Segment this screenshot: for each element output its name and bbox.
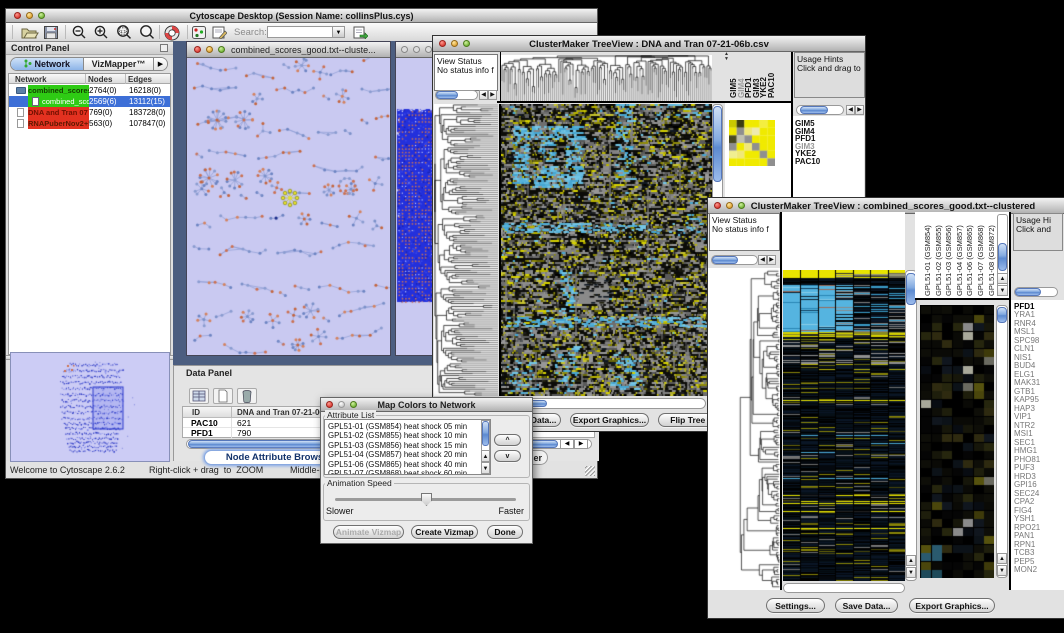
svg-text:1:1: 1:1 — [120, 29, 127, 34]
